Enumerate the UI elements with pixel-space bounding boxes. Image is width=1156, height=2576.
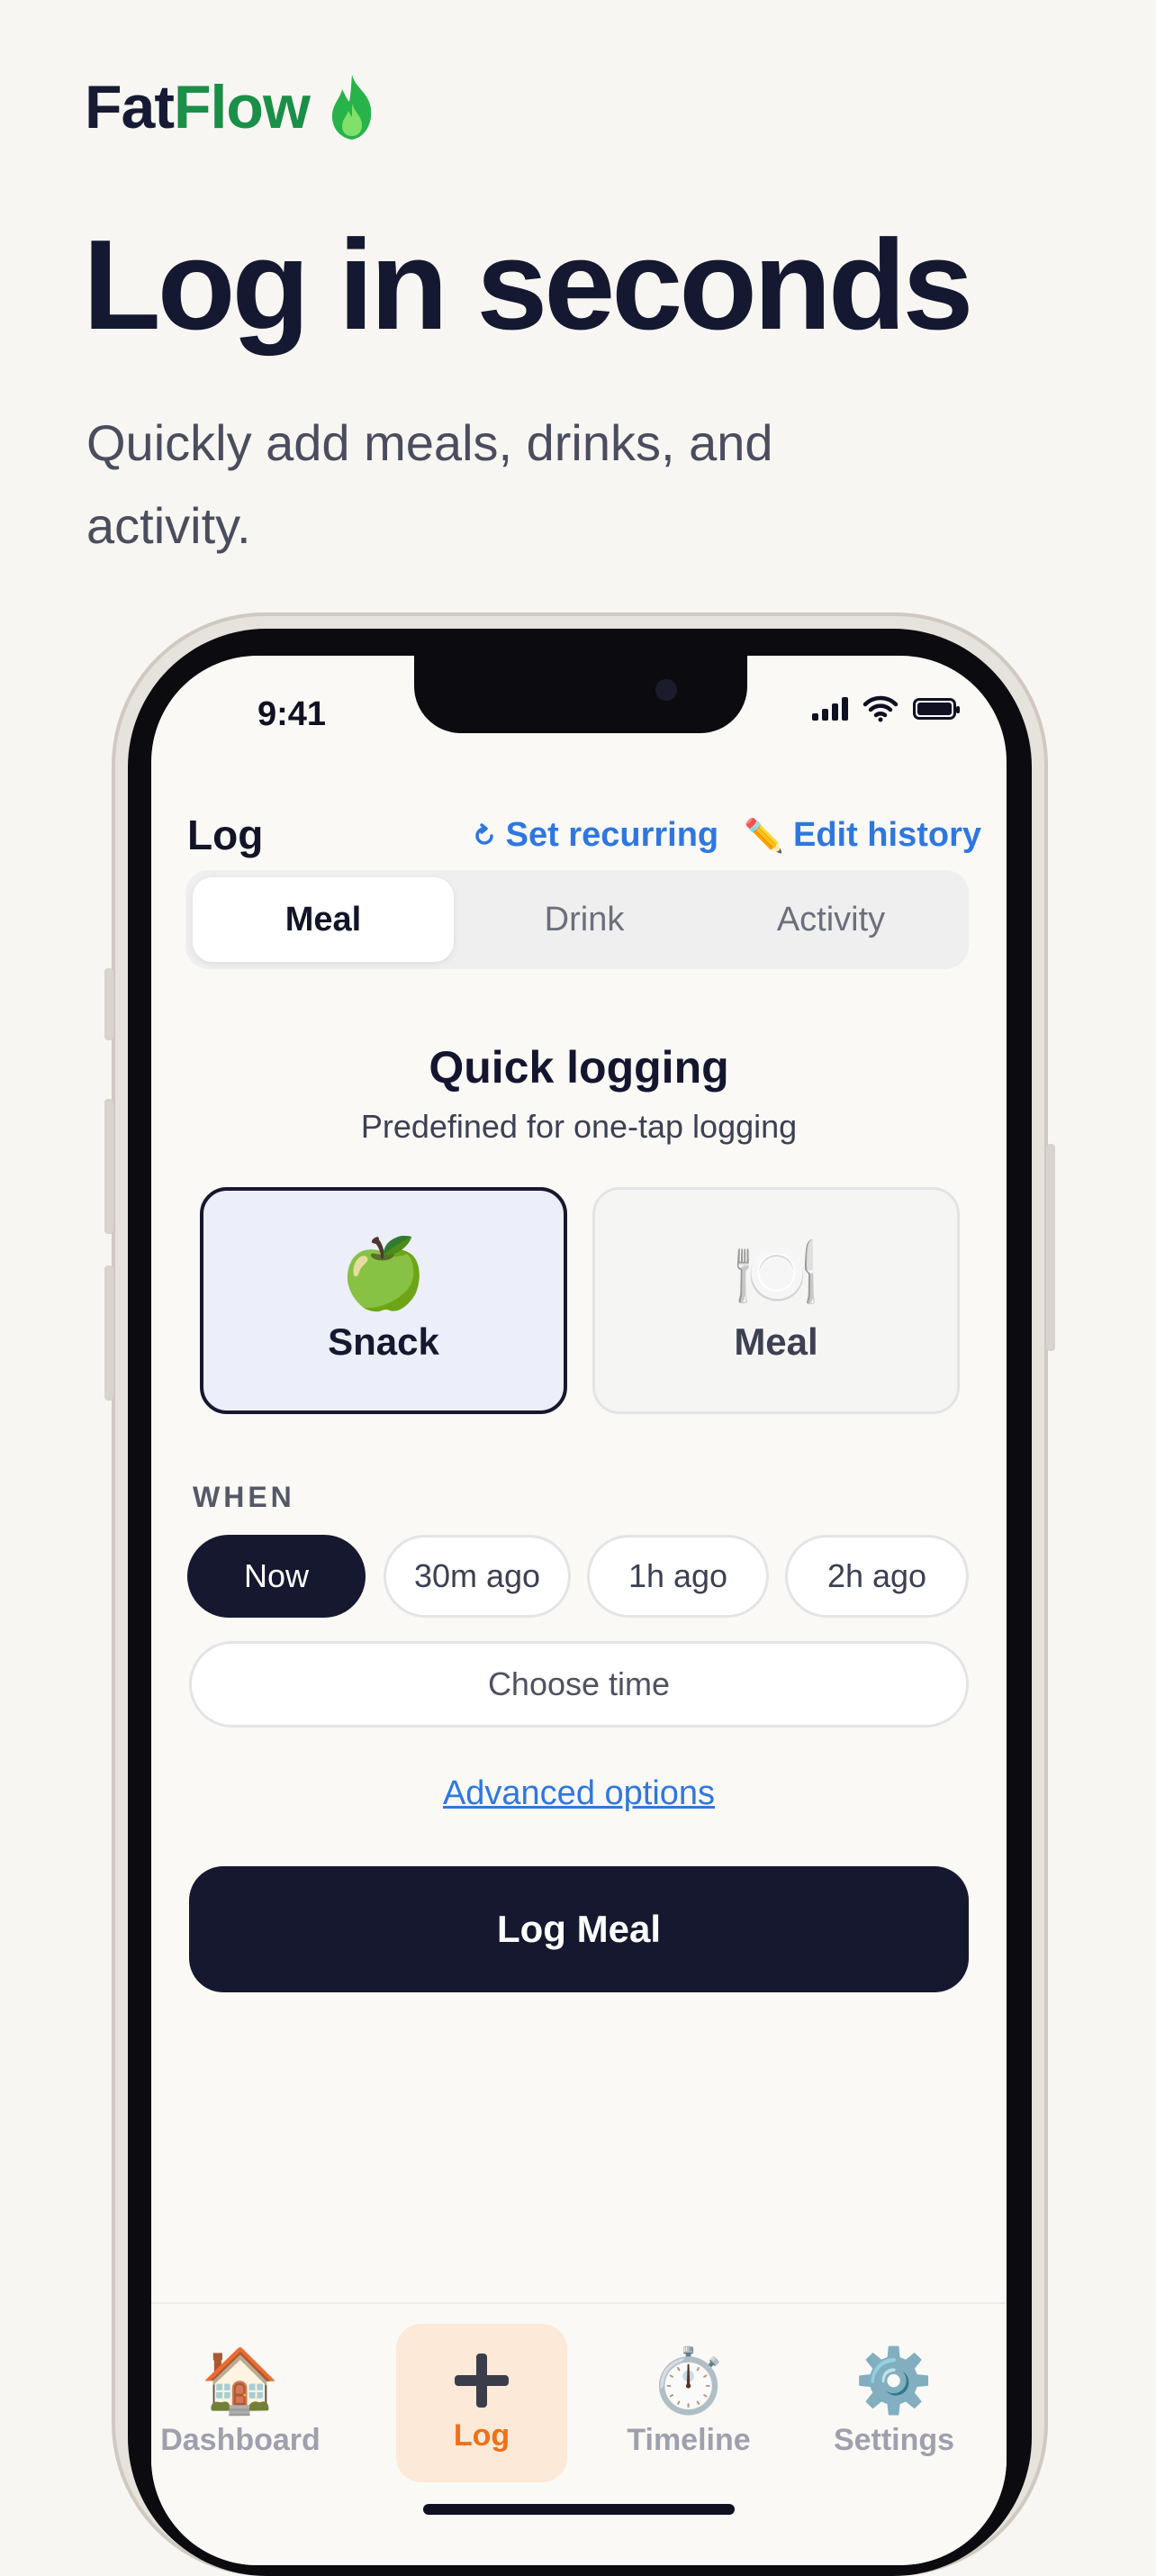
gear-icon: ⚙️ bbox=[854, 2345, 934, 2416]
tab-settings[interactable]: ⚙️ Settings bbox=[808, 2324, 980, 2482]
card-label: Snack bbox=[328, 1320, 439, 1363]
when-chip-1h[interactable]: 1h ago bbox=[587, 1535, 769, 1618]
tab-bar: 🏠 Dashboard Log ⏱️ Timeline ⚙️ Settings bbox=[151, 2302, 1007, 2565]
when-chip-30m[interactable]: 30m ago bbox=[384, 1535, 571, 1618]
when-chip-2h[interactable]: 2h ago bbox=[785, 1535, 969, 1618]
log-title: Log bbox=[187, 812, 264, 858]
tab-timeline[interactable]: ⏱️ Timeline bbox=[603, 2324, 774, 2482]
advanced-options-link[interactable]: Advanced options bbox=[151, 1774, 1007, 1813]
notch bbox=[414, 656, 747, 733]
wifi-icon bbox=[862, 695, 899, 722]
headline: Log in seconds bbox=[83, 213, 973, 357]
phone-side-button bbox=[104, 968, 113, 1040]
segment-activity[interactable]: Activity bbox=[700, 877, 962, 962]
when-chip-now[interactable]: Now bbox=[187, 1535, 366, 1618]
quick-logging-subtitle: Predefined for one-tap logging bbox=[360, 1108, 798, 1145]
card-label: Meal bbox=[734, 1320, 818, 1363]
phone-side-button bbox=[104, 1265, 113, 1401]
tab-dashboard[interactable]: 🏠 Dashboard bbox=[155, 2324, 326, 2482]
camera bbox=[655, 679, 677, 701]
status-icons bbox=[812, 695, 960, 722]
house-icon: 🏠 bbox=[201, 2345, 280, 2416]
edit-history-link[interactable]: ✏️ Edit history bbox=[744, 816, 981, 855]
flame-icon bbox=[331, 75, 372, 140]
home-indicator bbox=[423, 2504, 735, 2515]
segmented-control: Meal Drink Activity bbox=[185, 870, 969, 969]
when-label: WHEN bbox=[193, 1481, 295, 1513]
pencil-icon: ✏️ bbox=[744, 816, 784, 854]
meal-card[interactable]: 🍽️ Meal bbox=[592, 1187, 960, 1414]
top-links: Set recurring ✏️ Edit history bbox=[472, 816, 981, 855]
plate-icon: 🍽️ bbox=[732, 1233, 820, 1312]
phone-side-button bbox=[104, 1099, 113, 1234]
subhead: Quickly add meals, drinks, and activity. bbox=[86, 414, 773, 554]
brand-name: FatFlow bbox=[85, 73, 311, 141]
status-time: 9:41 bbox=[257, 695, 327, 733]
segment-meal[interactable]: Meal bbox=[193, 877, 454, 962]
brand-logo: FatFlow bbox=[85, 72, 380, 142]
apple-icon: 🍏 bbox=[339, 1233, 428, 1312]
snack-card[interactable]: 🍏 Snack bbox=[200, 1187, 567, 1414]
stopwatch-icon: ⏱️ bbox=[649, 2345, 728, 2416]
cellular-signal-icon bbox=[812, 697, 848, 721]
log-meal-button[interactable]: Log Meal bbox=[189, 1866, 969, 1992]
set-recurring-link[interactable]: Set recurring bbox=[472, 816, 718, 855]
plus-icon bbox=[455, 2353, 509, 2408]
battery-icon bbox=[913, 698, 960, 720]
phone-screen: 9:41 Log Set recurring ✏️ Edit history M… bbox=[151, 656, 1007, 2565]
choose-time-button[interactable]: Choose time bbox=[189, 1641, 969, 1728]
quick-logging-title: Quick logging bbox=[429, 1042, 729, 1093]
segment-drink[interactable]: Drink bbox=[454, 877, 715, 962]
phone-side-button bbox=[1046, 1144, 1055, 1351]
refresh-icon bbox=[474, 822, 493, 845]
tab-log[interactable]: Log bbox=[396, 2324, 567, 2482]
